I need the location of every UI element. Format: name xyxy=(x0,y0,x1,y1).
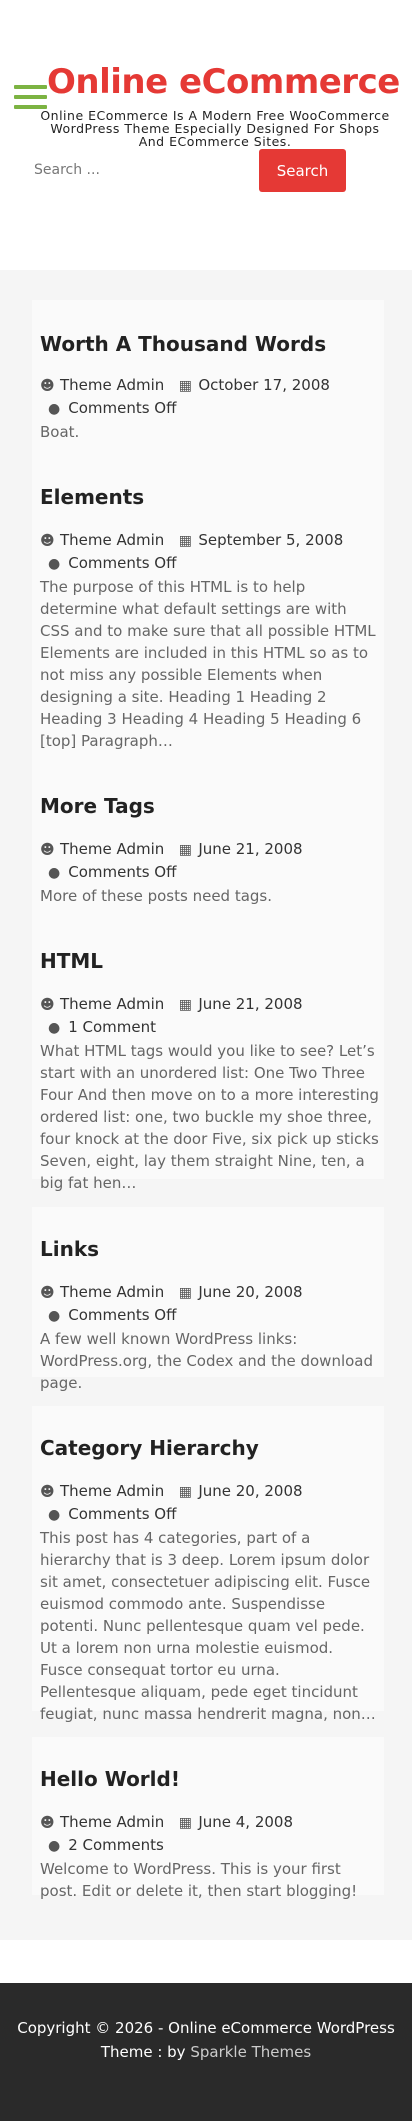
post-author[interactable]: Theme Admin xyxy=(60,995,164,1013)
comments-link[interactable]: Comments Off xyxy=(68,1306,176,1324)
post-card: Hello World! ☻ Theme Admin ▦ June 4, 2008 ●… xyxy=(32,1737,384,1900)
post-excerpt: What HTML tags would you like to see? Le… xyxy=(40,1042,379,1192)
post-author[interactable]: Theme Admin xyxy=(60,531,164,549)
site-title[interactable]: Online eCommerce xyxy=(47,62,400,102)
comments-link[interactable]: Comments Off xyxy=(68,554,176,572)
post-author[interactable]: Theme Admin xyxy=(60,840,164,858)
theme-credit-link[interactable]: Sparkle Themes xyxy=(190,2043,311,2061)
post-excerpt: Boat. xyxy=(40,423,80,441)
user-icon: ☻ xyxy=(40,1815,55,1831)
post-card: Worth A Thousand Words ☻ Theme Admin ▦ Octo… xyxy=(32,300,384,460)
post-date[interactable]: June 20, 2008 xyxy=(198,1482,302,1500)
post-title[interactable]: Links xyxy=(40,1237,99,1261)
site-description: Online ECommerce Is A Modern Free WooCom… xyxy=(40,108,390,149)
post-comments: ● Comments Off xyxy=(48,399,176,417)
post-title[interactable]: Elements xyxy=(40,485,144,509)
calendar-icon: ▦ xyxy=(178,533,192,549)
comments-link[interactable]: 2 Comments xyxy=(68,1836,164,1854)
hamburger-icon[interactable] xyxy=(14,85,47,109)
post-excerpt: The purpose of this HTML is to help dete… xyxy=(40,578,376,750)
comment-icon: ● xyxy=(48,865,61,881)
post-comments: ● 2 Comments xyxy=(48,1836,164,1854)
post-comments: ● Comments Off xyxy=(48,863,176,881)
post-author[interactable]: Theme Admin xyxy=(60,1482,164,1500)
comments-link[interactable]: Comments Off xyxy=(68,863,176,881)
user-icon: ☻ xyxy=(40,842,55,858)
comment-icon: ● xyxy=(48,1020,61,1036)
post-meta: ☻ Theme Admin ▦ June 4, 2008 xyxy=(40,1813,293,1831)
post-author[interactable]: Theme Admin xyxy=(60,376,164,394)
post-date[interactable]: June 4, 2008 xyxy=(198,1813,293,1831)
calendar-icon: ▦ xyxy=(178,1484,192,1500)
post-excerpt: Welcome to WordPress. This is your first… xyxy=(40,1860,358,1900)
post-meta: ☻ Theme Admin ▦ September 5, 2008 xyxy=(40,531,343,549)
post-meta: ☻ Theme Admin ▦ June 20, 2008 xyxy=(40,1283,303,1301)
comment-icon: ● xyxy=(48,1507,61,1523)
post-meta: ☻ Theme Admin ▦ June 21, 2008 xyxy=(40,995,303,1013)
post-excerpt: This post has 4 categories, part of a hi… xyxy=(40,1529,376,1723)
comments-link[interactable]: 1 Comment xyxy=(68,1018,156,1036)
post-list: Worth A Thousand Words ☻ Theme Admin ▦ Octo… xyxy=(0,270,412,1940)
post-card: Links ☻ Theme Admin ▦ June 20, 2008 ● Commen… xyxy=(32,1207,384,1392)
post-author[interactable]: Theme Admin xyxy=(60,1283,164,1301)
post-date[interactable]: October 17, 2008 xyxy=(198,376,330,394)
comment-icon: ● xyxy=(48,1308,61,1324)
post-comments: ● 1 Comment xyxy=(48,1018,156,1036)
user-icon: ☻ xyxy=(40,378,55,394)
calendar-icon: ▦ xyxy=(178,378,192,394)
copyright-text: Copyright © 2026 - Online eCommerce Word… xyxy=(10,2016,402,2064)
post-date[interactable]: June 21, 2008 xyxy=(198,840,302,858)
post-date[interactable]: June 20, 2008 xyxy=(198,1283,302,1301)
calendar-icon: ▦ xyxy=(178,997,192,1013)
search-button[interactable]: Search xyxy=(259,149,346,192)
comment-icon: ● xyxy=(48,1838,61,1854)
post-excerpt: A few well known WordPress links: WordPr… xyxy=(40,1330,374,1392)
post-comments: ● Comments Off xyxy=(48,1505,176,1523)
post-date[interactable]: September 5, 2008 xyxy=(198,531,343,549)
calendar-icon: ▦ xyxy=(178,1815,192,1831)
post-title[interactable]: Category Hierarchy xyxy=(40,1436,259,1460)
comment-icon: ● xyxy=(48,401,61,417)
comments-link[interactable]: Comments Off xyxy=(68,1505,176,1523)
user-icon: ☻ xyxy=(40,1484,55,1500)
post-title[interactable]: HTML xyxy=(40,949,103,973)
post-meta: ☻ Theme Admin ▦ June 21, 2008 xyxy=(40,840,303,858)
site-header: Online eCommerce Online ECommerce Is A M… xyxy=(0,0,412,270)
search-input[interactable] xyxy=(22,150,252,190)
post-title[interactable]: More Tags xyxy=(40,794,155,818)
post-author[interactable]: Theme Admin xyxy=(60,1813,164,1831)
post-meta: ☻ Theme Admin ▦ June 20, 2008 xyxy=(40,1482,303,1500)
post-comments: ● Comments Off xyxy=(48,1306,176,1324)
comment-icon: ● xyxy=(48,556,61,572)
post-comments: ● Comments Off xyxy=(48,554,176,572)
calendar-icon: ▦ xyxy=(178,1285,192,1301)
site-footer: Copyright © 2026 - Online eCommerce Word… xyxy=(0,1983,412,2121)
post-card: HTML ☻ Theme Admin ▦ June 21, 2008 ● 1 Comme… xyxy=(32,919,384,1192)
user-icon: ☻ xyxy=(40,1285,55,1301)
calendar-icon: ▦ xyxy=(178,842,192,858)
post-card: Category Hierarchy ☻ Theme Admin ▦ June 20,… xyxy=(32,1406,384,1723)
post-title[interactable]: Worth A Thousand Words xyxy=(40,332,326,356)
post-title[interactable]: Hello World! xyxy=(40,1767,180,1791)
post-card: More Tags ☻ Theme Admin ▦ June 21, 2008 ● Co… xyxy=(32,764,384,905)
post-meta: ☻ Theme Admin ▦ October 17, 2008 xyxy=(40,376,330,394)
comments-link[interactable]: Comments Off xyxy=(68,399,176,417)
post-date[interactable]: June 21, 2008 xyxy=(198,995,302,1013)
user-icon: ☻ xyxy=(40,997,55,1013)
post-excerpt: More of these posts need tags. xyxy=(40,887,273,905)
user-icon: ☻ xyxy=(40,533,55,549)
